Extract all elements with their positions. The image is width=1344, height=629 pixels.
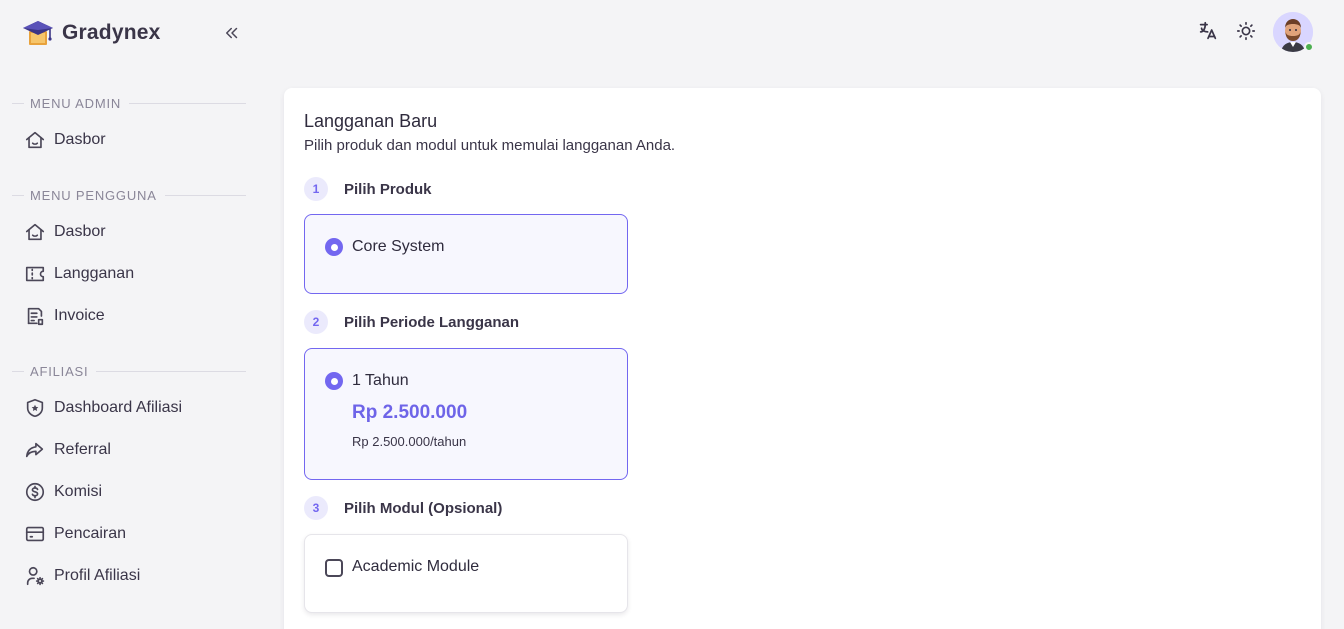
sidebar-item-komisi[interactable]: Komisi: [14, 473, 246, 511]
chevrons-left-icon: [226, 27, 238, 39]
period-option-1-tahun[interactable]: 1 Tahun Rp 2.500.000 Rp 2.500.000/tahun: [304, 348, 628, 480]
module-option-academic[interactable]: Academic Module: [304, 534, 628, 613]
option-label: Academic Module: [352, 558, 480, 575]
radio-selected[interactable]: [325, 372, 343, 390]
sidebar-item-label: Dashboard Afiliasi: [54, 399, 183, 416]
translate-icon: [1199, 21, 1217, 40]
sidebar-item-invoice[interactable]: Invoice: [14, 297, 246, 335]
invoice-icon: [27, 307, 44, 326]
sidebar-item-label: Referral: [54, 441, 111, 458]
step-title: Pilih Produk: [344, 180, 432, 198]
section-label-menu-pengguna: MENU PENGGUNA: [12, 186, 246, 204]
sidebar-item-pencairan[interactable]: Pencairan: [14, 515, 246, 553]
sidebar-item-label: Dasbor: [54, 223, 106, 240]
brand[interactable]: Gradynex: [22, 17, 160, 49]
page-subtitle: Pilih produk dan modul untuk memulai lan…: [304, 137, 676, 154]
section-label-afiliasi: AFILIASI: [12, 362, 246, 380]
user-avatar[interactable]: [1273, 12, 1314, 52]
sidebar-item-profil-afiliasi[interactable]: Profil Afiliasi: [14, 557, 246, 595]
theme-toggle-button[interactable]: [1233, 18, 1259, 44]
collapse-sidebar-button[interactable]: [220, 22, 244, 44]
ticket-icon: [25, 266, 45, 282]
home-icon: [25, 131, 45, 149]
new-subscription-card: Langganan Baru Pilih produk dan modul un…: [284, 88, 1321, 629]
section-title: AFILIASI: [30, 363, 89, 379]
sidebar-item-admin-dasbor[interactable]: Dasbor: [14, 121, 246, 159]
section-title: MENU ADMIN: [30, 95, 122, 111]
sidebar: Gradynex MENU ADMIN Dasbor MENU PENGGUNA…: [0, 0, 260, 629]
brand-name: Gradynex: [62, 21, 161, 44]
product-option-core-system[interactable]: Core System: [304, 214, 628, 294]
share-arrow-icon: [25, 442, 44, 458]
credit-card-icon: [25, 526, 45, 542]
sidebar-item-dashboard-afiliasi[interactable]: Dashboard Afiliasi: [14, 389, 246, 427]
module-checkbox[interactable]: [325, 559, 343, 577]
step-1-header: 1 Pilih Produk: [304, 177, 432, 201]
option-price-note: Rp 2.500.000/tahun: [352, 434, 467, 449]
radio-selected[interactable]: [325, 238, 343, 256]
sidebar-item-langganan[interactable]: Langganan: [14, 255, 246, 293]
dollar-circle-icon: [25, 482, 45, 502]
user-cog-icon: [26, 566, 45, 586]
sun-icon: [1236, 21, 1256, 41]
sidebar-item-label: Dasbor: [54, 131, 106, 148]
language-button[interactable]: [1195, 18, 1221, 44]
sidebar-item-label: Komisi: [54, 483, 103, 500]
step-number: 3: [304, 496, 328, 520]
option-label: Core System: [352, 238, 445, 255]
shield-star-icon: [26, 398, 44, 418]
step-2-header: 2 Pilih Periode Langganan: [304, 310, 519, 334]
sidebar-item-label: Invoice: [54, 307, 105, 324]
step-3-header: 3 Pilih Modul (Opsional): [304, 496, 502, 520]
section-title: MENU PENGGUNA: [30, 187, 157, 203]
step-title: Pilih Periode Langganan: [344, 313, 520, 331]
sidebar-item-label: Pencairan: [54, 525, 127, 542]
sidebar-item-label: Langganan: [54, 265, 135, 282]
home-icon: [25, 223, 45, 241]
option-price: Rp 2.500.000: [352, 402, 468, 423]
page-title: Langganan Baru: [304, 111, 438, 131]
step-number: 1: [304, 177, 328, 201]
step-number: 2: [304, 310, 328, 334]
step-title: Pilih Modul (Opsional): [344, 499, 503, 517]
sidebar-item-label: Profil Afiliasi: [54, 567, 141, 584]
sidebar-item-referral[interactable]: Referral: [14, 431, 246, 469]
sidebar-item-dasbor[interactable]: Dasbor: [14, 213, 246, 251]
online-status-dot: [1304, 42, 1314, 52]
section-label-menu-admin: MENU ADMIN: [12, 94, 246, 112]
graduation-cap-logo-icon: [23, 21, 53, 45]
option-label: 1 Tahun: [352, 372, 409, 389]
